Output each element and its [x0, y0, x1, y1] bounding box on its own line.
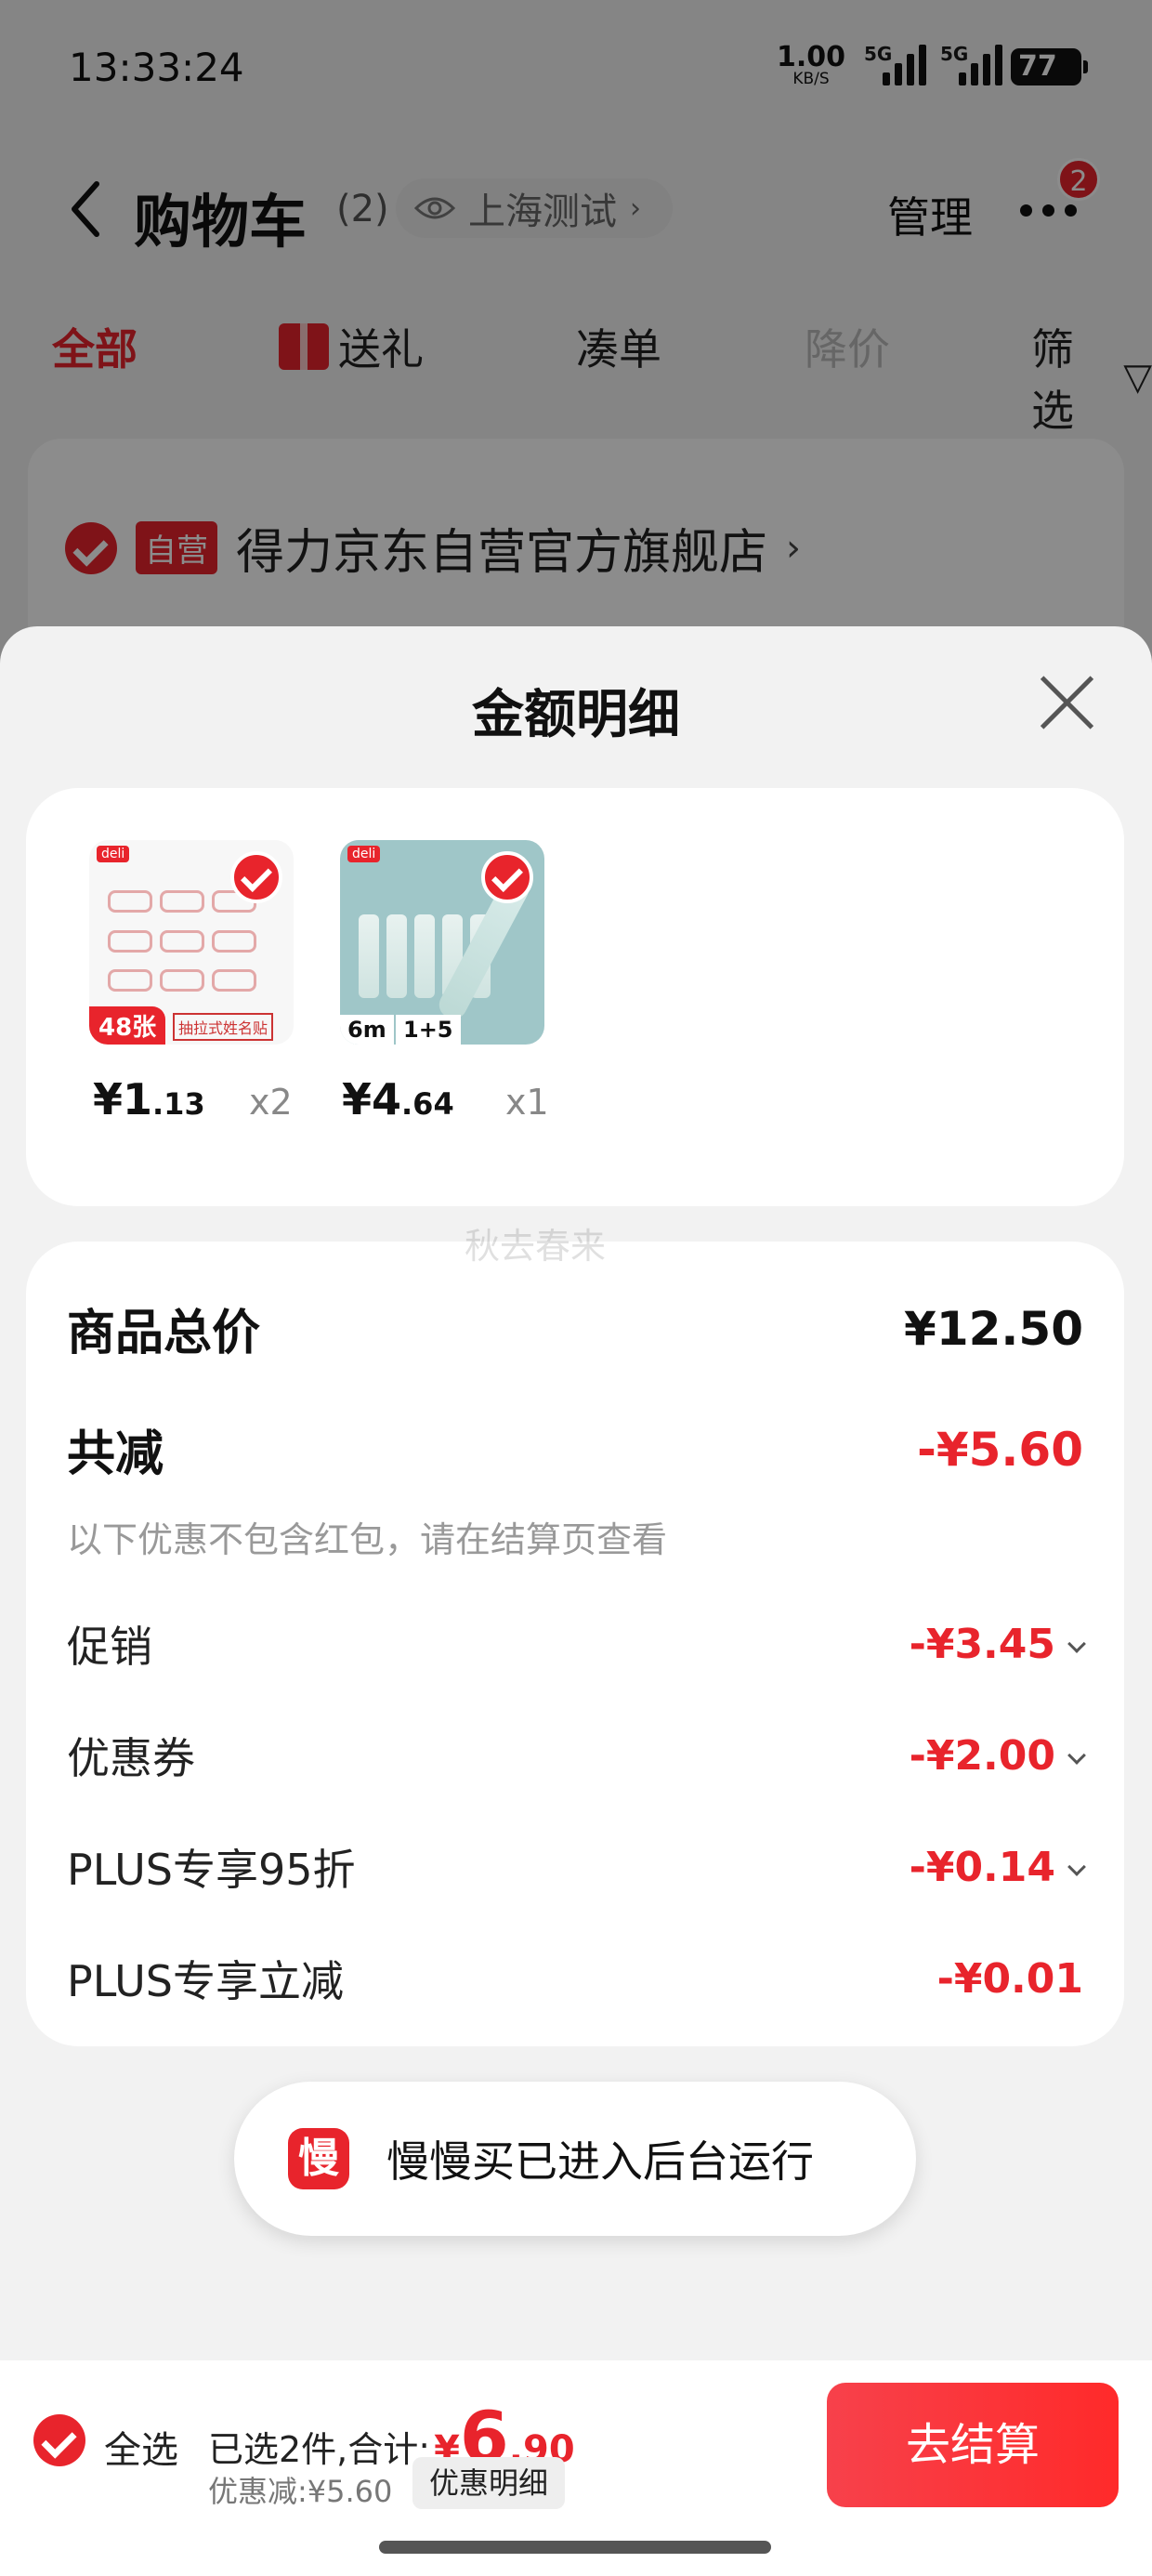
chevron-down-icon: [1067, 1634, 1086, 1653]
total-row: 商品总价 ¥12.50: [67, 1294, 1083, 1363]
background-toast: 慢 慢慢买已进入后台运行: [234, 2082, 916, 2236]
brand-logo: deli: [347, 846, 381, 862]
product-image[interactable]: deli 6m 1+5: [340, 840, 544, 1045]
discount-detail-button[interactable]: 优惠明细: [412, 2457, 566, 2509]
plus-reduce-row: PLUS专享立减 -¥0.01: [67, 1948, 1083, 2009]
reduce-value: -¥5.60: [917, 1422, 1083, 1477]
price-integer: ¥4: [342, 1074, 402, 1124]
plus-discount-value: -¥0.14: [909, 1843, 1086, 1891]
total-label: 商品总价: [67, 1306, 261, 1361]
discount-note: 以下优惠不包含红包，请在结算页查看: [67, 1519, 668, 1560]
plus-discount-label: PLUS专享95折: [67, 1845, 356, 1895]
promo-label: 促销: [67, 1622, 152, 1672]
coupon-value: -¥2.00: [909, 1731, 1086, 1780]
discount-summary: 优惠减:¥5.60: [208, 2474, 393, 2509]
select-all-checkbox[interactable]: [33, 2414, 85, 2466]
price-decimal: .13: [152, 1086, 205, 1122]
product-price: ¥4.64: [342, 1074, 454, 1124]
selected-check-icon: [481, 851, 533, 903]
promo-amount: -¥3.45: [909, 1620, 1055, 1668]
reduce-row: 共减 -¥5.60: [67, 1414, 1083, 1484]
price-decimal: .64: [401, 1086, 454, 1122]
app-icon: 慢: [288, 2128, 349, 2189]
chevron-down-icon: [1067, 1857, 1086, 1876]
pack-count-badge: 48张: [89, 1006, 166, 1045]
promo-value: -¥3.45: [909, 1620, 1086, 1668]
product-price: ¥1.13: [93, 1074, 205, 1124]
coupon-amount: -¥2.00: [909, 1731, 1055, 1780]
length-badge: 6m: [340, 1015, 394, 1045]
checkout-button[interactable]: 去结算: [827, 2383, 1119, 2507]
amount-detail-sheet: 金额明细 deli 48张 抽拉式姓名贴 deli 6m 1+5 ¥1.13 x…: [0, 626, 1152, 2576]
coupon-row[interactable]: 优惠券 -¥2.00: [67, 1725, 1086, 1786]
plus-discount-row[interactable]: PLUS专享95折 -¥0.14: [67, 1836, 1086, 1898]
product-caption: 抽拉式姓名贴: [173, 1013, 274, 1041]
close-icon[interactable]: [1039, 673, 1096, 730]
plus-reduce-label: PLUS专享立减: [67, 1956, 344, 2006]
select-all-label[interactable]: 全选: [104, 2420, 178, 2474]
watermark: 秋去春来: [465, 1226, 607, 1267]
coupon-label: 优惠券: [67, 1733, 195, 1783]
sheet-title: 金额明细: [472, 685, 680, 745]
bundle-badge: 1+5: [396, 1015, 461, 1045]
plus-discount-amount: -¥0.14: [909, 1843, 1055, 1891]
amount-breakdown: 商品总价 ¥12.50 共减 -¥5.60 以下优惠不包含红包，请在结算页查看 …: [26, 1242, 1124, 2046]
total-value: ¥12.50: [904, 1301, 1083, 1356]
price-integer: ¥1: [93, 1074, 153, 1124]
product-image[interactable]: deli 48张 抽拉式姓名贴: [89, 840, 294, 1045]
reduce-label: 共减: [67, 1426, 164, 1482]
plus-reduce-value: -¥0.01: [936, 1954, 1083, 2003]
label-sheet-graphic: [108, 890, 256, 1002]
brand-logo: deli: [97, 846, 130, 862]
home-indicator[interactable]: [379, 2541, 771, 2554]
selected-label: 已选2件,合计:: [208, 2429, 431, 2470]
product-card: deli 48张 抽拉式姓名贴 deli 6m 1+5 ¥1.13 x2 ¥4.…: [26, 788, 1124, 1206]
promo-row[interactable]: 促销 -¥3.45: [67, 1613, 1086, 1675]
product-quantity: x1: [505, 1082, 549, 1123]
toast-message: 慢慢买已进入后台运行: [386, 2136, 814, 2187]
selected-check-icon: [230, 851, 282, 903]
product-quantity: x2: [249, 1082, 293, 1123]
chevron-down-icon: [1067, 1745, 1086, 1765]
